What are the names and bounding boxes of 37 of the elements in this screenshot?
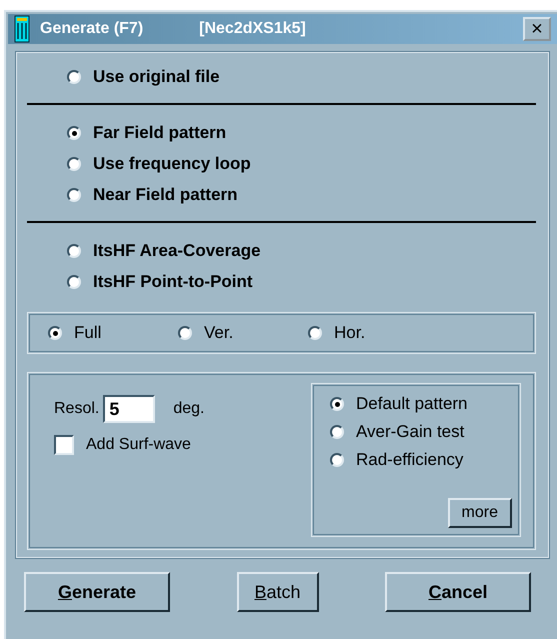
radio-label: ItsHF Point-to-Point <box>93 272 253 292</box>
radio-button[interactable] <box>178 326 192 340</box>
radio-button[interactable] <box>67 244 81 258</box>
checkbox[interactable] <box>54 435 74 455</box>
radio-button[interactable] <box>67 275 81 289</box>
app-icon <box>14 15 30 43</box>
radio-label: Hor. <box>334 323 366 343</box>
radio-label: Near Field pattern <box>93 185 238 205</box>
dialog-button[interactable]: Generate <box>24 572 170 612</box>
radio-label: ItsHF Area-Coverage <box>93 241 261 261</box>
radio-label: Far Field pattern <box>93 123 226 143</box>
radio-button[interactable] <box>330 453 344 467</box>
radio-label: Use frequency loop <box>93 154 251 174</box>
more-button[interactable]: more <box>448 498 512 528</box>
radio-button[interactable] <box>308 326 322 340</box>
window-subtitle: [Nec2dXS1k5] <box>199 20 306 38</box>
radio-label: Full <box>74 323 102 343</box>
radio-button[interactable] <box>330 425 344 439</box>
checkbox-label: Add Surf-wave <box>86 436 191 454</box>
resolution-label: Resol. <box>54 400 100 418</box>
radio-button[interactable] <box>67 188 81 202</box>
radio-label: Use original file <box>93 67 220 87</box>
window-title: Generate (F7) <box>40 20 144 38</box>
radio-button[interactable] <box>67 157 81 171</box>
close-button[interactable]: × <box>523 17 551 41</box>
dialog-button[interactable]: Cancel <box>385 572 531 612</box>
resolution-field[interactable]: 5 <box>103 395 156 423</box>
radio-label: Rad-efficiency <box>356 450 464 470</box>
radio-button[interactable] <box>48 326 62 340</box>
radio-button[interactable] <box>330 397 344 411</box>
radio-label: Aver-Gain test <box>356 422 464 442</box>
radio-button[interactable] <box>67 126 81 140</box>
radio-label: Default pattern <box>356 394 468 414</box>
radio-label: Ver. <box>204 323 234 343</box>
unit-label: deg. <box>173 400 204 418</box>
radio-button[interactable] <box>67 70 81 84</box>
dialog-button[interactable]: Batch <box>236 572 318 612</box>
